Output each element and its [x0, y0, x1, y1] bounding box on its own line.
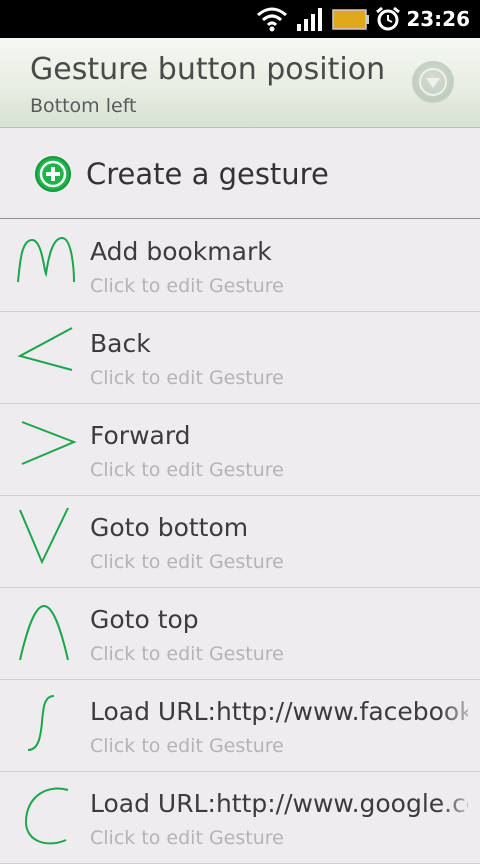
gesture-name: Back — [90, 329, 151, 358]
gesture-item-goto-top[interactable]: Goto top Click to edit Gesture — [0, 588, 480, 680]
gesture-name: Load URL:http://www.facebook. — [90, 697, 468, 726]
gesture-less-than-icon — [17, 327, 73, 371]
gesture-item-load-url-google[interactable]: Load URL:http://www.google.co Click to e… — [0, 772, 480, 864]
gesture-hint: Click to edit Gesture — [90, 459, 284, 481]
wifi-icon — [257, 7, 287, 32]
gesture-name: Goto top — [90, 605, 199, 634]
gesture-hint: Click to edit Gesture — [90, 827, 284, 849]
gesture-hint: Click to edit Gesture — [90, 643, 284, 665]
gesture-hint: Click to edit Gesture — [90, 735, 284, 757]
gesture-c-curve-icon — [24, 787, 69, 845]
gesture-item-goto-bottom[interactable]: Goto bottom Click to edit Gesture — [0, 496, 480, 588]
dropdown-button[interactable] — [412, 61, 454, 103]
gesture-name: Add bookmark — [90, 237, 272, 266]
gesture-greater-than-icon — [21, 421, 77, 465]
status-time: 23:26 — [406, 7, 470, 31]
gesture-hint: Click to edit Gesture — [90, 367, 284, 389]
setting-title: Gesture button position — [30, 52, 386, 87]
setting-value: Bottom left — [30, 95, 137, 117]
gesture-m-shape-icon — [17, 236, 75, 283]
gesture-caret-icon — [19, 604, 69, 661]
gesture-button-position-setting[interactable]: Gesture button position Bottom left — [0, 38, 480, 128]
battery-icon — [332, 9, 369, 30]
signal-icon — [297, 8, 322, 31]
gesture-item-back[interactable]: Back Click to edit Gesture — [0, 312, 480, 404]
gesture-hint: Click to edit Gesture — [90, 551, 284, 573]
create-gesture-button[interactable]: Create a gesture — [0, 129, 480, 219]
gesture-item-forward[interactable]: Forward Click to edit Gesture — [0, 404, 480, 496]
add-circle-icon — [35, 156, 71, 192]
gesture-name: Load URL:http://www.google.co — [90, 789, 468, 818]
gesture-item-load-url-facebook[interactable]: Load URL:http://www.facebook. Click to e… — [0, 680, 480, 772]
alarm-icon — [376, 6, 400, 31]
status-bar: 23:26 — [0, 0, 480, 38]
gesture-name: Forward — [90, 421, 191, 450]
gesture-v-shape-icon — [19, 507, 69, 565]
gesture-s-curve-icon — [27, 695, 55, 751]
gesture-name: Goto bottom — [90, 513, 249, 542]
gesture-item-add-bookmark[interactable]: Add bookmark Click to edit Gesture — [0, 220, 480, 312]
gesture-hint: Click to edit Gesture — [90, 275, 284, 297]
create-gesture-label: Create a gesture — [86, 157, 329, 191]
chevron-down-icon — [419, 68, 447, 96]
gesture-list: Add bookmark Click to edit Gesture Back … — [0, 220, 480, 864]
